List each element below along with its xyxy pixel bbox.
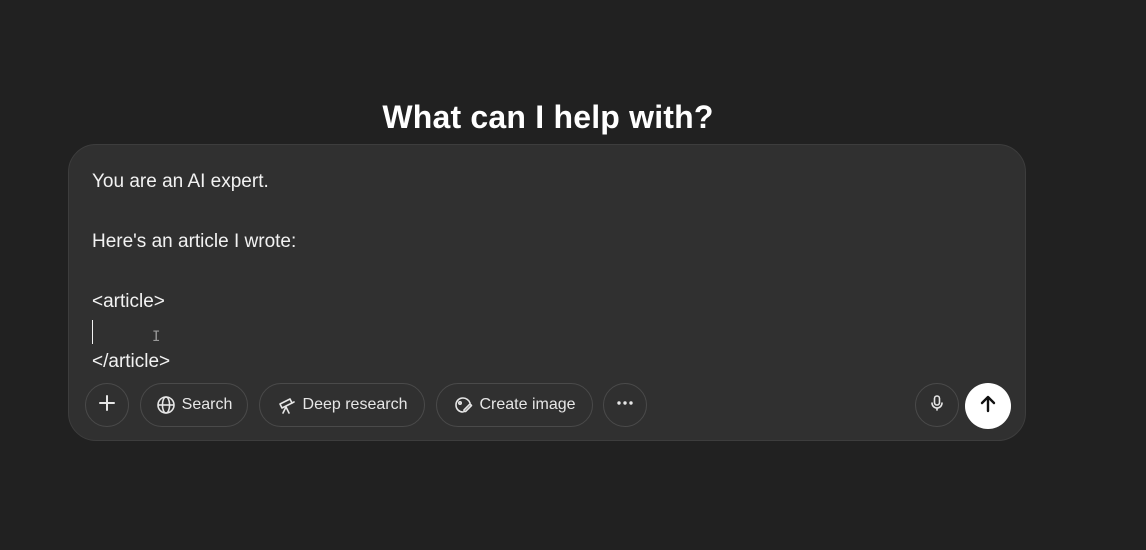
prompt-line (92, 197, 992, 227)
globe-icon (156, 395, 176, 415)
search-button-label: Search (181, 396, 233, 413)
composer-toolbar: Search Deep research Create image (85, 383, 1011, 429)
prompt-composer[interactable]: You are an AI expert. Here's an article … (68, 144, 1026, 441)
prompt-textarea[interactable]: You are an AI expert. Here's an article … (92, 167, 992, 377)
deep-research-button[interactable]: Deep research (259, 383, 425, 427)
create-image-button[interactable]: Create image (436, 383, 593, 427)
ibeam-cursor-icon: I (152, 329, 161, 345)
telescope-icon (277, 395, 297, 415)
prompt-line: Here's an article I wrote: (92, 231, 297, 252)
prompt-line (92, 257, 992, 287)
create-image-button-label: Create image (479, 396, 576, 413)
search-button[interactable]: Search (140, 383, 248, 427)
add-button[interactable] (85, 383, 129, 427)
plus-icon (97, 393, 117, 418)
chat-home: What can I help with? You are an AI expe… (0, 0, 1146, 550)
microphone-icon (927, 393, 947, 418)
more-icon (615, 393, 635, 418)
prompt-line: </article> (92, 351, 171, 372)
more-tools-button[interactable] (603, 383, 647, 427)
voice-input-button[interactable] (915, 383, 959, 427)
prompt-line-with-caret (92, 317, 992, 347)
send-button[interactable] (965, 383, 1011, 429)
prompt-line: You are an AI expert. (92, 171, 269, 192)
text-caret (92, 319, 93, 344)
prompt-line: <article> (92, 291, 165, 312)
arrow-up-icon (977, 393, 999, 420)
image-brush-icon (453, 395, 473, 415)
page-title: What can I help with? (382, 99, 714, 136)
deep-research-button-label: Deep research (302, 396, 408, 413)
